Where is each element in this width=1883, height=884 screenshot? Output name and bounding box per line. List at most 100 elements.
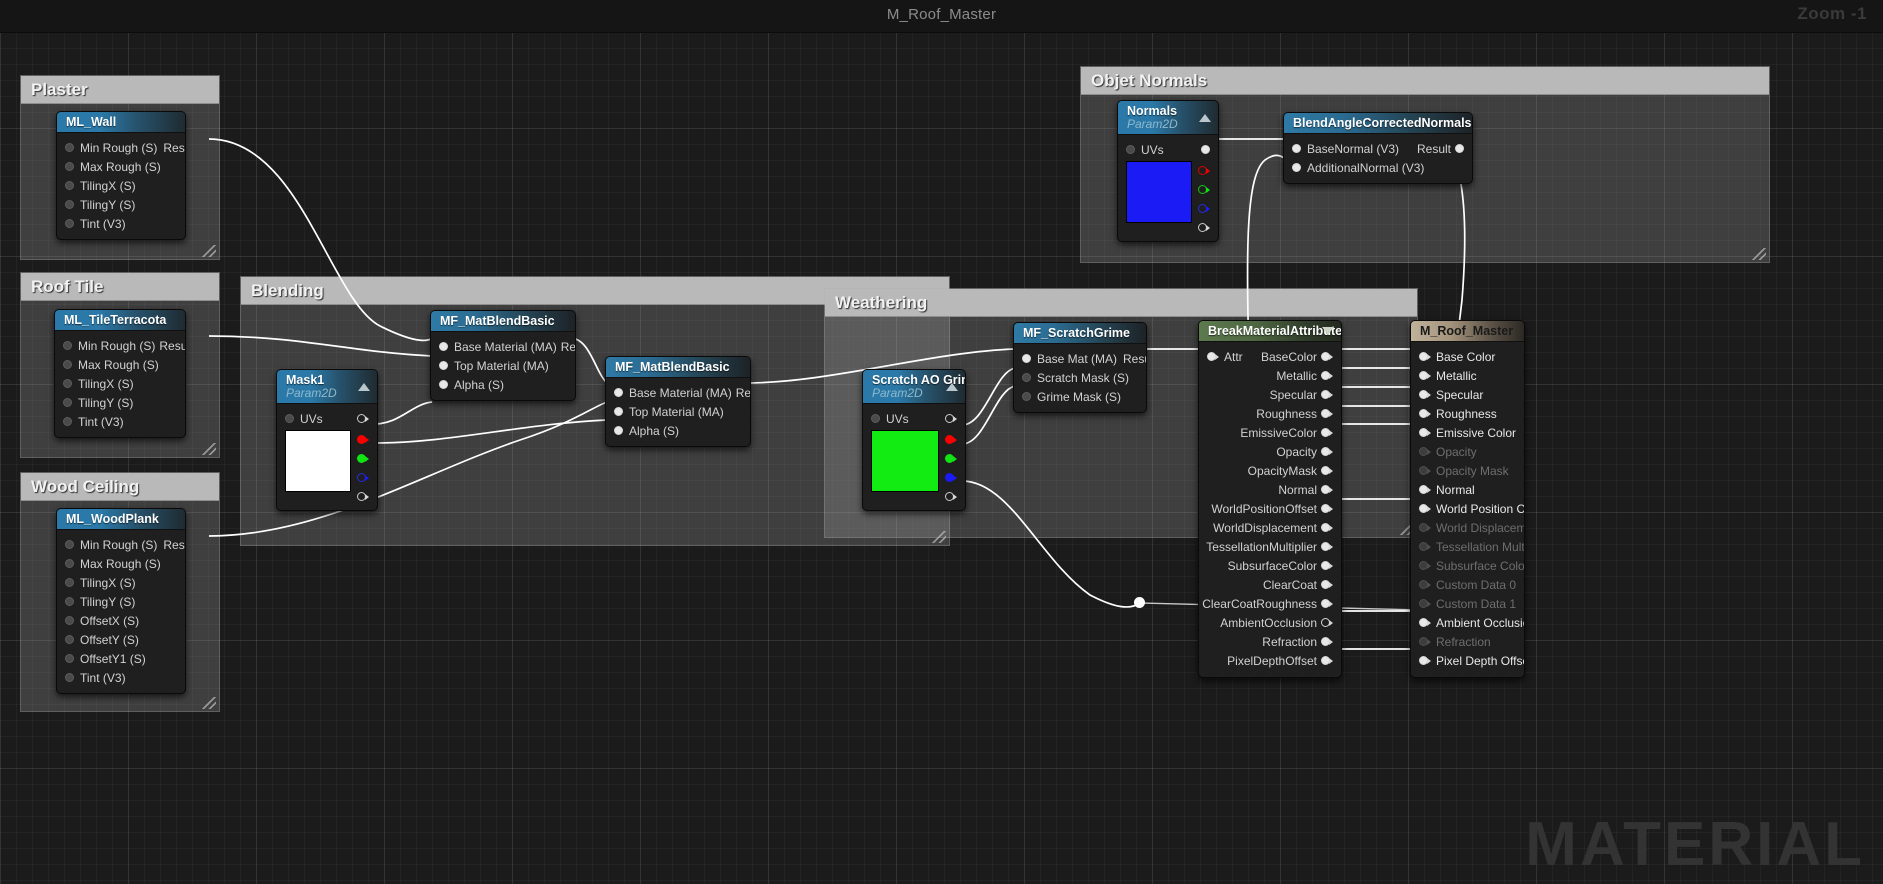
pin-row-b[interactable] — [357, 468, 369, 487]
input-pin-icon[interactable] — [65, 181, 74, 190]
pin-row-tessellationmultiplier[interactable]: TessellationMultiplier — [1199, 537, 1341, 556]
node-scratch-ao-grime[interactable]: Scratch AO Grime Param2D UVs — [862, 369, 966, 511]
comment-header[interactable]: Roof Tile — [21, 273, 219, 301]
input-pin-icon[interactable] — [1022, 354, 1031, 363]
pin-row-basenormal[interactable]: BaseNormal (V3) Result — [1284, 139, 1472, 158]
node-header[interactable]: MF_MatBlendBasic — [431, 311, 575, 332]
pin-row-custom-data-0[interactable]: Custom Data 0 — [1411, 575, 1524, 594]
node-header[interactable]: ML_TileTerracota — [55, 310, 185, 331]
pin-row-subsurface-color[interactable]: Subsurface Color — [1411, 556, 1524, 575]
texture-thumbnail[interactable] — [1126, 161, 1192, 223]
pin-row-tilingx[interactable]: TilingX (S) — [55, 374, 185, 393]
input-pin-icon[interactable] — [65, 616, 74, 625]
resize-grip-icon[interactable] — [1752, 248, 1766, 260]
pin-row-specular[interactable]: Specular — [1411, 385, 1524, 404]
pin-row-max-rough[interactable]: Max Rough (S) — [55, 355, 185, 374]
pin-row-b[interactable] — [1198, 199, 1210, 218]
pin-row-base-material[interactable]: Base Material (MA) Result — [431, 337, 575, 356]
input-pin-icon[interactable] — [65, 540, 74, 549]
pin-row-r[interactable] — [945, 430, 957, 449]
input-pin-icon[interactable] — [614, 388, 623, 397]
pin-row-roughness[interactable]: Roughness — [1411, 404, 1524, 423]
input-pin-icon[interactable] — [65, 219, 74, 228]
pin-row-refraction[interactable]: Refraction — [1411, 632, 1524, 651]
input-pin-icon[interactable] — [614, 426, 623, 435]
pin-row-roughness[interactable]: Roughness — [1199, 404, 1341, 423]
node-header[interactable]: Mask1 Param2D — [277, 370, 377, 404]
pin-row-world-displacement[interactable]: World Displacement — [1411, 518, 1524, 537]
output-pin-icon[interactable] — [1455, 144, 1464, 153]
input-pin-icon[interactable] — [63, 360, 72, 369]
pin-row-specular[interactable]: Specular — [1199, 385, 1341, 404]
node-header[interactable]: M_Roof_Master — [1411, 321, 1524, 342]
pin-row-ambientocclusion[interactable]: AmbientOcclusion — [1199, 613, 1341, 632]
pin-row-max-rough[interactable]: Max Rough (S) — [57, 157, 185, 176]
pin-row-base-material[interactable]: Base Material (MA) Result — [606, 383, 750, 402]
pin-row-b[interactable] — [945, 468, 957, 487]
pin-row-metallic[interactable]: Metallic — [1411, 366, 1524, 385]
pin-row-uvs[interactable]: UVs — [277, 409, 377, 428]
input-pin-icon[interactable] — [1022, 392, 1031, 401]
comment-header[interactable]: Wood Ceiling — [21, 473, 219, 501]
node-header[interactable]: ML_Wall — [57, 112, 185, 133]
pin-row-a[interactable] — [357, 487, 369, 506]
input-pin-icon[interactable] — [65, 559, 74, 568]
node-header[interactable]: ML_WoodPlank — [57, 509, 185, 530]
pin-row-grime-mask[interactable]: Grime Mask (S) — [1014, 387, 1146, 406]
node-break-material-attributes[interactable]: BreakMaterialAttributes Attr BaseColor M… — [1198, 320, 1342, 678]
input-pin-icon[interactable] — [614, 407, 623, 416]
input-pin-icon[interactable] — [1292, 163, 1301, 172]
node-mf-matblendbasic-1[interactable]: MF_MatBlendBasic Base Material (MA) Resu… — [430, 310, 576, 401]
node-ml-woodplank[interactable]: ML_WoodPlank Min Rough (S) Result Max Ro… — [56, 508, 186, 694]
pin-row-a[interactable] — [945, 487, 957, 506]
node-header[interactable]: BlendAngleCorrectedNormals — [1284, 113, 1472, 134]
comment-header[interactable]: Weathering — [825, 289, 1417, 317]
collapse-down-icon[interactable] — [1322, 327, 1334, 335]
pin-row-max-rough[interactable]: Max Rough (S) — [57, 554, 185, 573]
collapse-up-icon[interactable] — [1199, 114, 1211, 122]
node-header[interactable]: Normals Param2D — [1118, 101, 1218, 135]
comment-header[interactable]: Objet Normals — [1081, 67, 1769, 95]
input-pin-icon[interactable] — [1292, 144, 1301, 153]
pin-row-tint[interactable]: Tint (V3) — [55, 412, 185, 431]
pin-row-min-rough[interactable]: Min Rough (S) Result — [55, 336, 185, 355]
texture-thumbnail[interactable] — [871, 430, 939, 492]
pin-row-additionalnormal[interactable]: AdditionalNormal (V3) — [1284, 158, 1472, 177]
input-pin-icon[interactable] — [63, 417, 72, 426]
pin-row-min-rough[interactable]: Min Rough (S) Result — [57, 138, 185, 157]
pin-row-g[interactable] — [357, 449, 369, 468]
node-header[interactable]: BreakMaterialAttributes — [1199, 321, 1341, 342]
pin-row-uvs[interactable]: UVs — [1118, 140, 1218, 159]
pin-row-world-position-offset[interactable]: World Position Offset — [1411, 499, 1524, 518]
pin-row-alpha[interactable]: Alpha (S) — [606, 421, 750, 440]
pin-row-g[interactable] — [1198, 180, 1210, 199]
pin-row-opacity-mask[interactable]: Opacity Mask — [1411, 461, 1524, 480]
input-pin-icon[interactable] — [285, 414, 294, 423]
node-blend-angle-corrected-normals[interactable]: BlendAngleCorrectedNormals BaseNormal (V… — [1283, 112, 1473, 184]
pin-row-opacity[interactable]: Opacity — [1199, 442, 1341, 461]
input-pin-icon[interactable] — [1126, 145, 1135, 154]
pin-row-tint[interactable]: Tint (V3) — [57, 214, 185, 233]
pin-row-custom-data-1[interactable]: Custom Data 1 — [1411, 594, 1524, 613]
input-pin-icon[interactable] — [63, 341, 72, 350]
output-pin-rgb-icon[interactable] — [1201, 145, 1210, 154]
node-m-roof-master[interactable]: M_Roof_Master Base Color Metallic Specul… — [1410, 320, 1525, 678]
comment-header[interactable]: Plaster — [21, 76, 219, 104]
pin-row-top-material[interactable]: Top Material (MA) — [606, 402, 750, 421]
resize-grip-icon[interactable] — [202, 443, 216, 455]
pin-row-refraction[interactable]: Refraction — [1199, 632, 1341, 651]
pin-row-metallic[interactable]: Metallic — [1199, 366, 1341, 385]
input-pin-icon[interactable] — [63, 379, 72, 388]
node-normals[interactable]: Normals Param2D UVs — [1117, 100, 1219, 242]
pin-row-uvs[interactable]: UVs — [863, 409, 965, 428]
pin-row-offsetx[interactable]: OffsetX (S) — [57, 611, 185, 630]
input-pin-icon[interactable] — [65, 635, 74, 644]
pin-row-base-color[interactable]: Base Color — [1411, 347, 1524, 366]
pin-row-tilingy[interactable]: TilingY (S) — [57, 195, 185, 214]
resize-grip-icon[interactable] — [202, 697, 216, 709]
node-ml-tileterracota[interactable]: ML_TileTerracota Min Rough (S) Result Ma… — [54, 309, 186, 438]
input-pin-icon[interactable] — [65, 143, 74, 152]
input-pin-icon[interactable] — [65, 200, 74, 209]
input-pin-icon[interactable] — [65, 162, 74, 171]
pin-row-offsety[interactable]: OffsetY (S) — [57, 630, 185, 649]
